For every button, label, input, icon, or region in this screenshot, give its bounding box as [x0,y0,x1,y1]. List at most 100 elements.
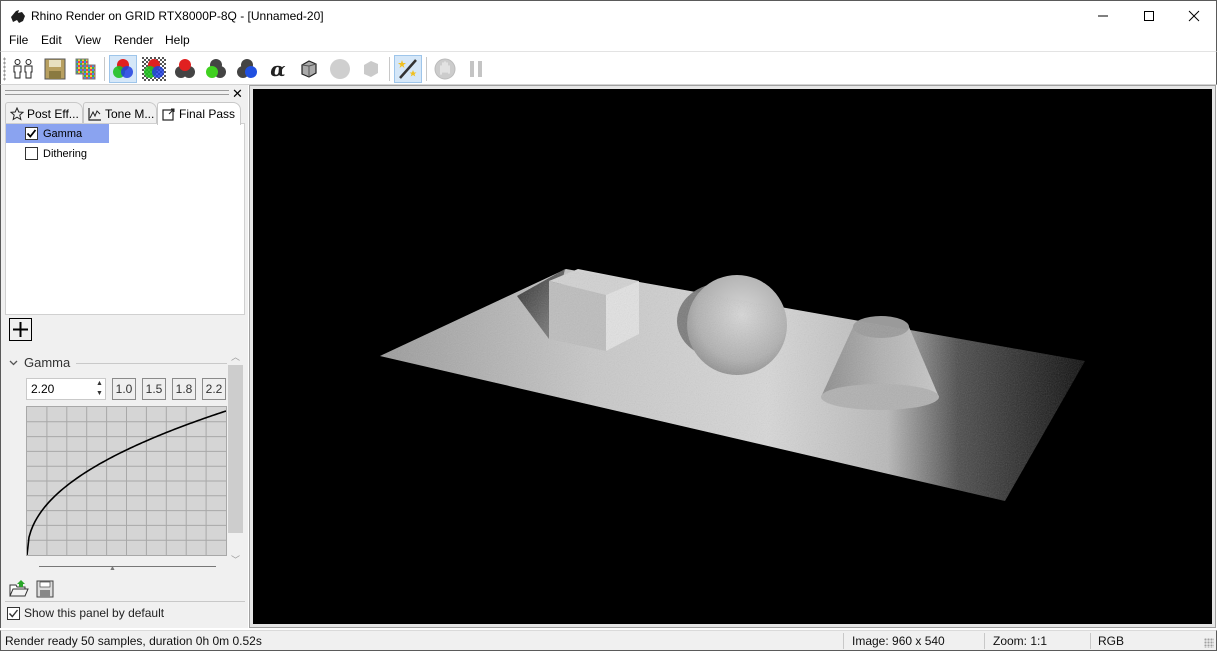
rendered-scene [380,269,1085,501]
svg-text:α: α [270,57,285,81]
gamma-section-header[interactable]: Gamma [9,354,229,370]
section-divider [76,362,229,364]
panel-close-icon[interactable]: ✕ [232,86,243,102]
tab-final-pass[interactable]: Final Pass [157,102,241,125]
maximize-icon [1144,11,1154,21]
add-effect-button[interactable] [9,318,32,341]
section-splitter[interactable] [39,566,216,567]
magic-wand-icon [398,59,417,79]
status-message: Render ready 50 samples, duration 0h 0m … [5,634,262,648]
panel-drag-handle[interactable] [5,90,229,95]
gamma-checkbox[interactable] [25,127,38,140]
scrollbar-thumb[interactable] [228,365,243,533]
alpha-channel-button[interactable]: α [264,55,292,83]
effect-label: Gamma [43,127,83,140]
menu-edit[interactable]: Edit [41,33,62,47]
tab-tone-mapping[interactable]: Tone M... [83,102,157,124]
red-channel-icon [175,59,195,78]
toolbar-grip[interactable] [3,57,6,81]
luminance-channel-button[interactable] [295,55,323,83]
star-icon [10,106,24,121]
minimize-button[interactable] [1080,1,1126,31]
toolbar: α [0,51,1217,85]
floppy-disk-icon [36,580,54,598]
rgb-channel-button[interactable] [109,55,137,83]
save-image-button[interactable] [41,55,69,83]
menu-help[interactable]: Help [165,33,190,47]
gamma-curve-svg [27,407,226,555]
menu-view[interactable]: View [75,33,101,47]
toolbar-separator [426,57,427,81]
effect-item-dithering[interactable]: Dithering [6,144,109,163]
scroll-up-icon[interactable]: ︿ [227,349,244,363]
green-channel-icon [206,59,226,78]
rgb-alpha-circles-icon [142,57,166,81]
chevron-down-icon [9,360,18,365]
sphere-icon [330,59,350,79]
splitter-grip-icon[interactable]: ▲ [109,565,116,572]
blue-channel-button[interactable] [233,55,261,83]
toolbar-separator [104,57,105,81]
gamma-curve-graph [26,406,227,556]
post-effects-button[interactable] [394,55,422,83]
blue-channel-icon [237,59,257,78]
menu-render[interactable]: Render [114,33,153,47]
sphere-button[interactable] [326,55,354,83]
show-panel-by-default-option[interactable]: Show this panel by default [7,606,164,620]
show-panel-checkbox[interactable] [7,606,20,620]
spin-up-icon[interactable]: ▲ [96,380,103,388]
menu-file[interactable]: File [9,33,28,47]
cube-icon [364,61,378,77]
red-channel-button[interactable] [171,55,199,83]
checkmark-icon [26,129,37,138]
effects-list: Gamma Dithering [5,123,245,315]
copy-to-clipboard-button[interactable] [72,55,100,83]
pause-render-button[interactable] [462,55,490,83]
panel-scrollbar[interactable]: ︿ ﹀ [227,347,244,567]
spin-down-icon[interactable]: ▼ [96,390,103,398]
save-preset-button[interactable] [34,578,56,600]
panel-footer-divider [5,601,245,602]
menu-bar: File Edit View Render Help [0,31,1217,51]
people-icon [13,59,33,79]
dithering-checkbox[interactable] [25,147,38,160]
status-divider [1090,633,1091,649]
status-divider [984,633,985,649]
effect-label: Dithering [43,147,88,160]
panel-tabs: Post Eff... Tone M... Final Pass [5,102,245,125]
copy-image-icon [75,58,96,80]
rgb-alpha-channel-button[interactable] [140,55,168,83]
load-preset-button[interactable] [8,578,30,600]
post-effects-panel: ✕ Post Eff... Tone M... Final Pass Gamma… [0,85,248,628]
status-channel: RGB [1098,634,1125,648]
preset-1-8-button[interactable]: 1.8 [172,378,196,400]
preset-1-0-button[interactable]: 1.0 [112,378,136,400]
tab-post-effects[interactable]: Post Eff... [5,102,83,124]
close-icon [1188,10,1200,22]
preset-1-5-button[interactable]: 1.5 [142,378,166,400]
pause-icon [470,61,482,77]
render-viewport[interactable] [249,85,1216,628]
cube-button[interactable] [357,55,385,83]
close-button[interactable] [1171,1,1217,31]
plus-icon [13,322,28,337]
green-channel-button[interactable] [202,55,230,83]
resize-grip[interactable] [1204,638,1214,648]
title-bar: Rhino Render on GRID RTX8000P-8Q - [Unna… [0,0,1217,31]
preset-2-2-button[interactable]: 2.2 [202,378,226,400]
stop-render-button[interactable] [431,55,459,83]
maximize-button[interactable] [1126,1,1172,31]
gamma-spinner[interactable]: ▲ ▼ [93,379,106,399]
effect-item-gamma[interactable]: Gamma [6,124,109,143]
minimize-icon [1098,15,1108,17]
stop-hand-icon [434,58,456,80]
chart-icon [88,107,101,121]
rendered-image[interactable] [253,89,1212,624]
window-title: Rhino Render on GRID RTX8000P-8Q - [Unna… [31,9,324,23]
export-icon [162,108,175,121]
show-panel-label: Show this panel by default [24,606,165,620]
scroll-down-icon[interactable]: ﹀ [227,552,244,566]
toolbar-separator [389,57,390,81]
clone-render-window-button[interactable] [9,55,37,83]
section-title: Gamma [24,354,71,370]
